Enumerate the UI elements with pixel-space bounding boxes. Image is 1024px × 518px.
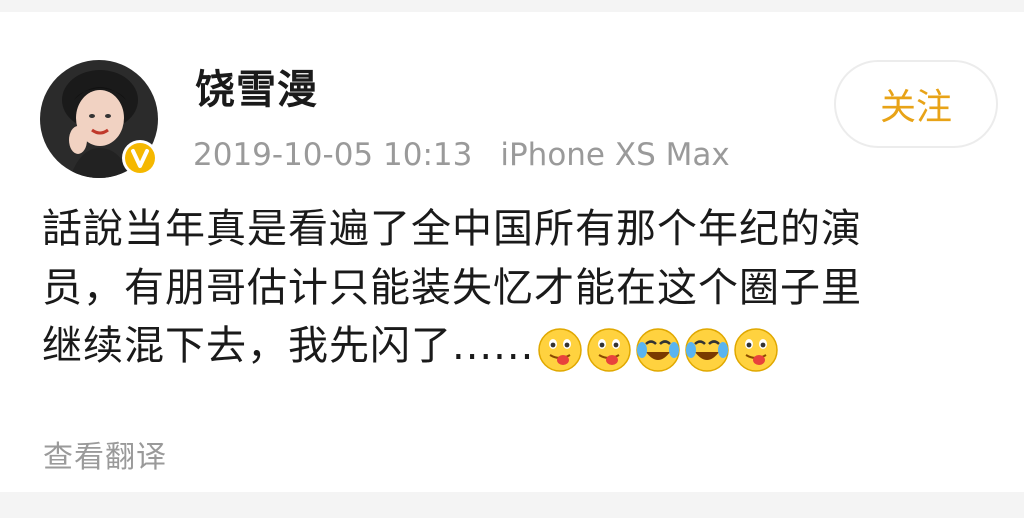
laugh-cry-emoji-icon xyxy=(685,328,730,372)
post-text-line: 继续混下去，我先闪了...... xyxy=(42,323,535,369)
emoji-row xyxy=(536,319,781,378)
tongue-emoji-icon xyxy=(734,328,779,372)
weibo-post-card: 饶雪漫 2019-10-05 10:13 iPhone XS Max 关注 話說当… xyxy=(0,12,1024,492)
author-name[interactable]: 饶雪漫 xyxy=(195,64,318,116)
post-meta: 2019-10-05 10:13 iPhone XS Max xyxy=(193,135,730,175)
tongue-emoji-icon xyxy=(538,328,583,372)
laugh-cry-emoji-icon xyxy=(636,328,681,372)
tongue-emoji-icon xyxy=(587,328,632,372)
post-text-line: 話說当年真是看遍了全中国所有那个年纪的演 xyxy=(42,206,862,252)
post-device: iPhone XS Max xyxy=(500,137,730,173)
post-body: 話說当年真是看遍了全中国所有那个年纪的演 员，有朋哥估计只能装失忆才能在这个圈子… xyxy=(42,200,992,377)
post-text-line-last: 继续混下去，我先闪了...... xyxy=(42,317,992,377)
follow-button[interactable]: 关注 xyxy=(834,60,998,148)
post-timestamp: 2019-10-05 10:13 xyxy=(193,137,473,173)
post-text-line: 员，有朋哥估计只能装失忆才能在这个圈子里 xyxy=(42,264,862,311)
see-translation-link[interactable]: 查看翻译 xyxy=(43,432,167,476)
verified-badge-icon xyxy=(122,140,158,176)
